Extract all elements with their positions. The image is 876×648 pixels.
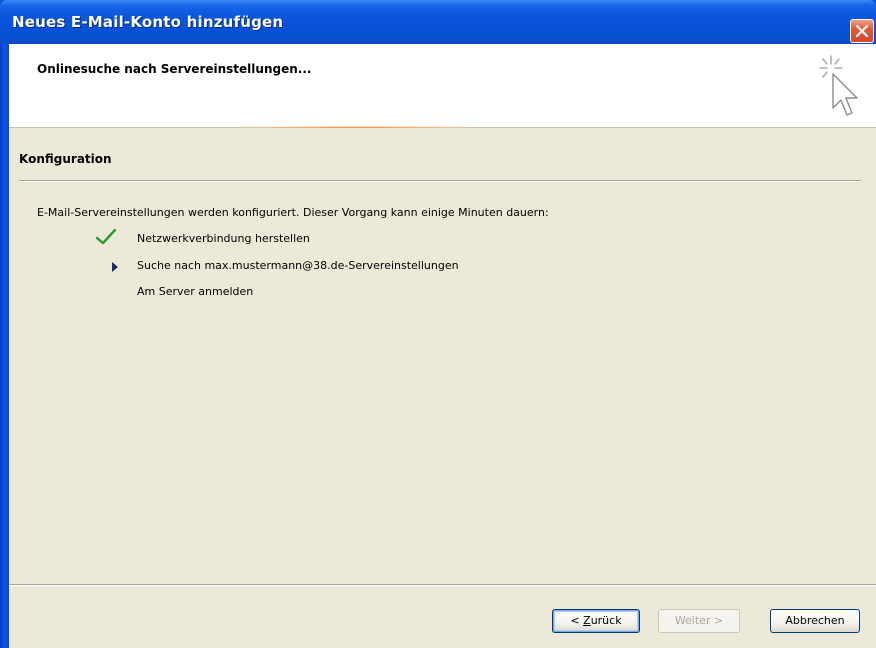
step-network-connection: Netzwerkverbindung herstellen	[137, 232, 310, 245]
wizard-content: Konfiguration E-Mail-Servereinstellungen…	[9, 128, 876, 648]
cursor-sparkle-icon	[819, 55, 858, 116]
close-button[interactable]	[850, 19, 874, 43]
window-title: Neues E-Mail-Konto hinzufügen	[12, 13, 284, 31]
section-divider	[19, 180, 861, 182]
window-frame-left	[0, 44, 9, 648]
close-x-icon	[856, 25, 868, 37]
wizard-header-title: Onlinesuche nach Servereinstellungen...	[37, 62, 312, 76]
step-search-server-settings: Suche nach max.mustermann@38.de-Serverei…	[137, 259, 459, 272]
footer-divider	[9, 584, 876, 586]
intro-text: E-Mail-Servereinstellungen werden konfig…	[37, 206, 549, 219]
checkmark-icon	[95, 228, 117, 245]
cancel-button[interactable]: Abbrechen	[770, 609, 860, 633]
section-title: Konfiguration	[19, 152, 112, 166]
back-button-accelerator: Z	[583, 614, 591, 627]
title-bar[interactable]: Neues E-Mail-Konto hinzufügen	[0, 0, 876, 44]
arrow-right-icon	[112, 262, 118, 272]
back-button-prefix: <	[570, 614, 584, 627]
back-button-label: urück	[590, 614, 622, 627]
back-button[interactable]: < Zurück	[552, 609, 640, 633]
wizard-header: Onlinesuche nach Servereinstellungen...	[9, 44, 876, 128]
dialog-window: Neues E-Mail-Konto hinzufügen Onlinesuch…	[0, 0, 876, 648]
step-server-login: Am Server anmelden	[137, 285, 254, 298]
next-button[interactable]: Weiter >	[658, 609, 740, 633]
